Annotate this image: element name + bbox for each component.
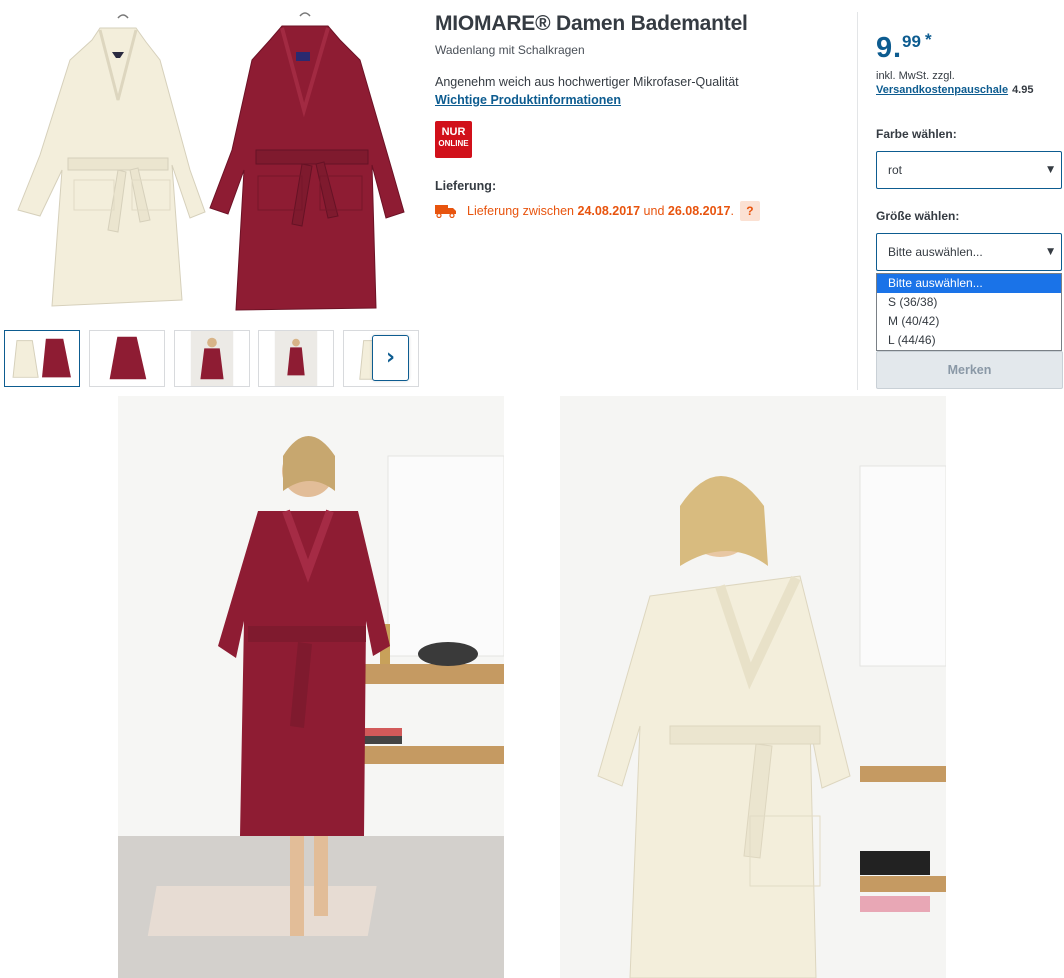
triangle-down-icon: ▼ [1047,165,1054,175]
main-product-image[interactable] [0,0,420,322]
delivery-connector: und [643,204,665,218]
size-dropdown-list: Bitte auswählen... S (36/38) M (40/42) L… [876,273,1062,351]
shipping-info: Versandkostenpauschale 4.95 [876,84,1064,96]
price: 9 . 99 * [876,28,1064,64]
size-select[interactable]: Bitte auswählen... ▼ [876,233,1062,271]
product-subtitle: Wadenlang mit Schalkragen [435,43,585,57]
product-description: Angenehm weich aus hochwertiger Mikrofas… [435,75,739,89]
online-only-badge: NUR ONLINE [435,121,472,158]
size-option[interactable]: L (44/46) [877,331,1061,350]
thumbnail-image [190,331,234,386]
lifestyle-image-cream [560,396,946,978]
bathrobe-pair-illustration [17,12,405,311]
product-info: MIOMARE® Damen Bademantel Wadenlang mit … [435,12,845,221]
thumbnail-2[interactable] [89,330,165,387]
color-select-label: Farbe wählen: [876,127,957,141]
chevron-right-icon: › [385,345,396,370]
price-separator: . [893,32,902,64]
delivery-help-button[interactable]: ? [739,201,760,221]
delivery-prefix: Lieferung zwischen [467,204,575,218]
price-asterisk: * [925,30,932,49]
merken-button[interactable]: Merken [876,351,1063,389]
thumbnail-image [12,338,71,378]
color-select[interactable]: rot ▼ [876,151,1062,189]
lifestyle-image-red [118,396,504,978]
delivery-info: Lieferung zwischen 24.08.2017 und 26.08.… [435,201,845,221]
product-info-link[interactable]: Wichtige Produktinformationen [435,93,621,107]
triangle-down-icon: ▼ [1047,247,1054,257]
price-integer: 9 [876,32,893,64]
size-select-value: Bitte auswählen... [888,245,983,259]
size-option[interactable]: M (40/42) [877,312,1061,331]
shipping-cost-value: 4.95 [1012,84,1034,96]
thumbnail-image [274,331,318,386]
thumbnail-4[interactable] [258,330,334,387]
shipping-cost-link[interactable]: Versandkostenpauschale [876,84,1008,96]
gallery-next-button[interactable]: › [372,335,409,381]
delivery-label: Lieferung: [435,179,497,193]
size-select-label: Größe wählen: [876,209,960,223]
size-option[interactable]: S (36/38) [877,293,1061,312]
delivery-date-to: 26.08.2017 [667,204,731,218]
price-decimals: 99 [902,32,921,51]
cream-robe-image [17,14,206,307]
truck-icon [435,205,456,218]
thumbnail-3[interactable] [174,330,250,387]
thumbnail-strip: › [4,330,419,388]
panel-divider [857,12,858,390]
red-robe-image [209,12,405,311]
badge-line-2: ONLINE [438,139,469,148]
delivery-date-from: 24.08.2017 [577,204,641,218]
color-select-value: rot [888,163,903,177]
tax-note: inkl. MwSt. zzgl. [876,70,955,82]
purchase-panel: 9 . 99 * inkl. MwSt. zzgl. Versandkosten… [876,28,1064,271]
delivery-suffix: . [730,204,734,218]
size-option[interactable]: Bitte auswählen... [877,274,1061,293]
lifestyle-photo-red-robe[interactable] [118,396,504,978]
lifestyle-photo-cream-robe[interactable] [560,396,946,978]
thumbnail-1[interactable] [4,330,80,387]
badge-line-1: NUR [441,126,466,138]
product-title: MIOMARE® Damen Bademantel [435,12,748,35]
thumbnail-image [109,336,147,380]
